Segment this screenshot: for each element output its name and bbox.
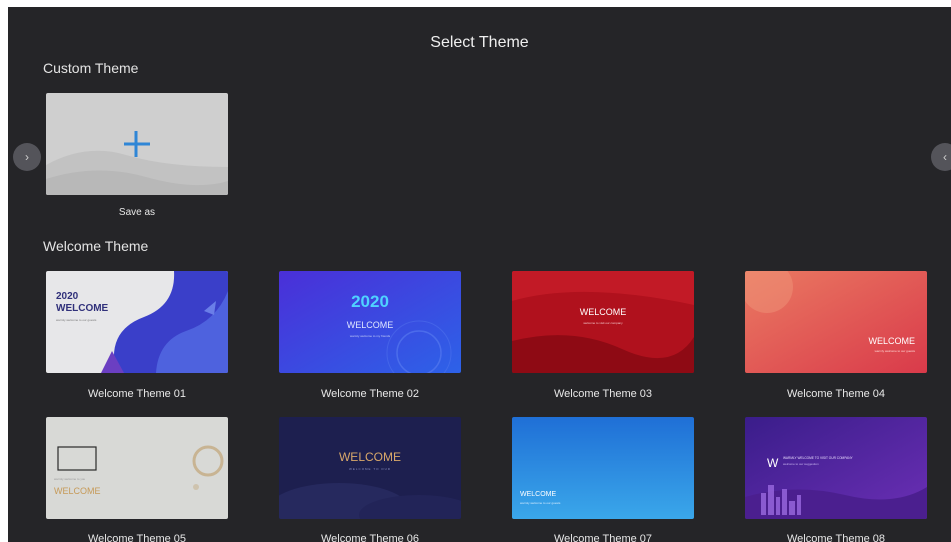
welcome-theme-04-card[interactable]: WELCOME warmly welcome to our guests xyxy=(745,271,927,373)
welcome-theme-08-caption: Welcome Theme 08 xyxy=(786,533,886,542)
chevron-right-icon: › xyxy=(25,150,29,164)
theme-03-subtitle: welcome to visit our company xyxy=(583,321,623,325)
theme-07-headline: WELCOME xyxy=(520,491,557,498)
welcome-theme-08-thumbnail: W WARMLY WELCOME TO VISIT OUR COMPANY we… xyxy=(745,417,927,519)
welcome-theme-section-title: Welcome Theme xyxy=(43,238,149,254)
theme-08-subtitle: welcome to our suggestion xyxy=(783,462,819,466)
theme-02-subtitle: warmly welcome to my friends xyxy=(350,334,391,338)
welcome-theme-01-thumbnail: 2020 WELCOME warmly welcome to our guest… xyxy=(46,271,228,373)
welcome-theme-06-thumbnail: WELCOME WELCOME TO OUR xyxy=(279,417,461,519)
theme-01-year-text: 2020 xyxy=(56,291,79,302)
theme-06-subtitle: WELCOME TO OUR xyxy=(349,467,391,471)
theme-07-subtitle: warmly welcome to our guests xyxy=(520,501,561,505)
welcome-theme-04-caption: Welcome Theme 04 xyxy=(786,388,886,400)
theme-selection-screen: Select Theme Custom Theme Save as Welcom… xyxy=(8,7,951,542)
welcome-theme-05-card[interactable]: WELCOME warmly welcome to you xyxy=(46,417,228,519)
welcome-theme-02-card[interactable]: 2020 WELCOME warmly welcome to my friend… xyxy=(279,271,461,373)
theme-05-subtitle: warmly welcome to you xyxy=(54,477,86,481)
theme-02-headline: WELCOME xyxy=(347,320,394,330)
theme-03-headline: WELCOME xyxy=(580,307,627,317)
chevron-left-icon: ‹ xyxy=(943,150,947,164)
welcome-theme-03-thumbnail: WELCOME welcome to visit our company xyxy=(512,271,694,373)
custom-theme-section-title: Custom Theme xyxy=(43,60,139,76)
theme-05-headline: WELCOME xyxy=(54,486,101,496)
welcome-theme-04-thumbnail: WELCOME warmly welcome to our guests xyxy=(745,271,927,373)
theme-01-subtitle: warmly welcome to our guests xyxy=(56,318,97,322)
welcome-theme-08-card[interactable]: W WARMLY WELCOME TO VISIT OUR COMPANY we… xyxy=(745,417,927,519)
welcome-theme-05-caption: Welcome Theme 05 xyxy=(87,533,187,542)
save-as-thumbnail xyxy=(46,93,228,195)
theme-04-headline: WELCOME xyxy=(868,336,915,346)
welcome-theme-03-card[interactable]: WELCOME welcome to visit our company xyxy=(512,271,694,373)
welcome-theme-07-caption: Welcome Theme 07 xyxy=(553,533,653,542)
welcome-theme-06-caption: Welcome Theme 06 xyxy=(320,533,420,542)
welcome-theme-03-caption: Welcome Theme 03 xyxy=(553,388,653,400)
welcome-theme-01-card[interactable]: 2020 WELCOME warmly welcome to our guest… xyxy=(46,271,228,373)
theme-01-headline: WELCOME xyxy=(56,303,109,314)
welcome-theme-06-card[interactable]: WELCOME WELCOME TO OUR xyxy=(279,417,461,519)
save-as-caption: Save as xyxy=(118,207,156,218)
theme-08-headline: WARMLY WELCOME TO VISIT OUR COMPANY xyxy=(783,456,854,460)
theme-02-year-text: 2020 xyxy=(351,292,389,311)
theme-04-subtitle: warmly welcome to our guests xyxy=(875,349,916,353)
welcome-theme-07-thumbnail: WELCOME warmly welcome to our guests xyxy=(512,417,694,519)
theme-06-headline: WELCOME xyxy=(339,450,401,464)
save-as-theme-card[interactable] xyxy=(46,93,228,195)
welcome-theme-02-caption: Welcome Theme 02 xyxy=(320,388,420,400)
scroll-left-button[interactable]: › xyxy=(13,143,41,171)
scroll-right-button[interactable]: ‹ xyxy=(931,143,951,171)
theme-08-letter: W xyxy=(767,456,779,470)
page-title: Select Theme xyxy=(430,34,529,51)
welcome-theme-01-caption: Welcome Theme 01 xyxy=(87,388,187,400)
welcome-theme-07-card[interactable]: WELCOME warmly welcome to our guests xyxy=(512,417,694,519)
welcome-theme-05-thumbnail: WELCOME warmly welcome to you xyxy=(46,417,228,519)
welcome-theme-02-thumbnail: 2020 WELCOME warmly welcome to my friend… xyxy=(279,271,461,373)
